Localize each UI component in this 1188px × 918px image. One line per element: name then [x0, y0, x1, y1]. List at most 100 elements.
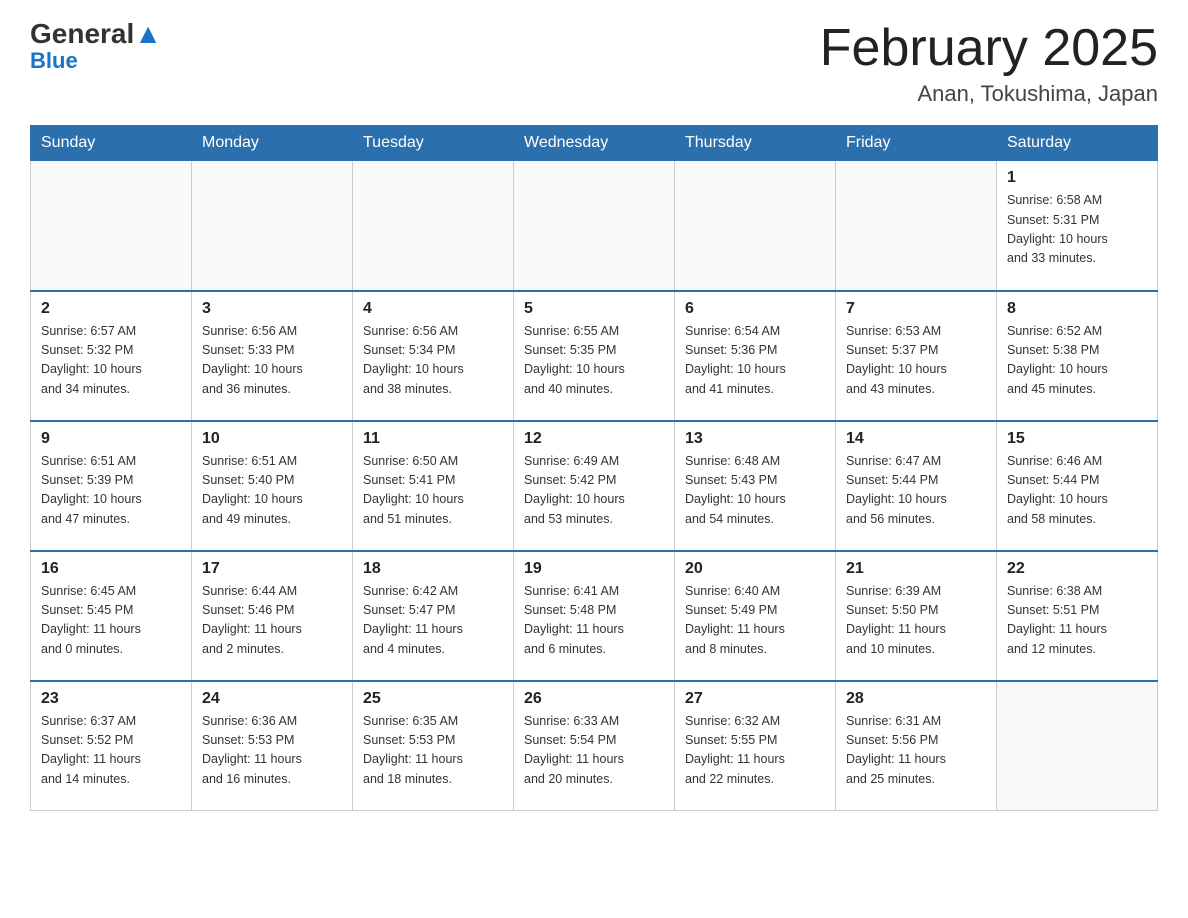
day-number: 6: [685, 300, 825, 318]
day-info: Sunrise: 6:41 AMSunset: 5:48 PMDaylight:…: [524, 582, 664, 660]
day-info: Sunrise: 6:37 AMSunset: 5:52 PMDaylight:…: [41, 712, 181, 790]
day-number: 22: [1007, 560, 1147, 578]
calendar-cell: 8 Sunrise: 6:52 AMSunset: 5:38 PMDaylight…: [997, 291, 1158, 421]
calendar-cell: 3 Sunrise: 6:56 AMSunset: 5:33 PMDaylight…: [192, 291, 353, 421]
day-info: Sunrise: 6:36 AMSunset: 5:53 PMDaylight:…: [202, 712, 342, 790]
calendar-cell: 28 Sunrise: 6:31 AMSunset: 5:56 PMDayligh…: [836, 681, 997, 811]
calendar-cell: 11Sunrise: 6:50 AMSunset: 5:41 PMDayligh…: [353, 421, 514, 551]
calendar-cell: 14 Sunrise: 6:47 AMSunset: 5:44 PMDayligh…: [836, 421, 997, 551]
logo-triangle-icon: ▲: [134, 18, 162, 49]
calendar-cell: 24 Sunrise: 6:36 AMSunset: 5:53 PMDayligh…: [192, 681, 353, 811]
day-number: 26: [524, 690, 664, 708]
week-row-3: 16 Sunrise: 6:45 AMSunset: 5:45 PMDayligh…: [31, 551, 1158, 681]
day-number: 28: [846, 690, 986, 708]
week-row-2: 9Sunrise: 6:51 AMSunset: 5:39 PMDaylight…: [31, 421, 1158, 551]
calendar-cell: 16 Sunrise: 6:45 AMSunset: 5:45 PMDayligh…: [31, 551, 192, 681]
day-number: 25: [363, 690, 503, 708]
calendar-cell: 22 Sunrise: 6:38 AMSunset: 5:51 PMDayligh…: [997, 551, 1158, 681]
header-tuesday: Tuesday: [353, 126, 514, 161]
day-info: Sunrise: 6:39 AMSunset: 5:50 PMDaylight:…: [846, 582, 986, 660]
day-number: 5: [524, 300, 664, 318]
logo-general-text: General▲: [30, 20, 162, 48]
day-number: 11: [363, 430, 503, 448]
day-info: Sunrise: 6:40 AMSunset: 5:49 PMDaylight:…: [685, 582, 825, 660]
calendar-cell: 4 Sunrise: 6:56 AMSunset: 5:34 PMDaylight…: [353, 291, 514, 421]
day-number: 12: [524, 430, 664, 448]
header-row: SundayMondayTuesdayWednesdayThursdayFrid…: [31, 126, 1158, 161]
day-info: Sunrise: 6:53 AMSunset: 5:37 PMDaylight:…: [846, 322, 986, 400]
calendar-cell: 26 Sunrise: 6:33 AMSunset: 5:54 PMDayligh…: [514, 681, 675, 811]
day-number: 27: [685, 690, 825, 708]
day-number: 24: [202, 690, 342, 708]
week-row-1: 2Sunrise: 6:57 AMSunset: 5:32 PMDaylight…: [31, 291, 1158, 421]
calendar-cell: 25 Sunrise: 6:35 AMSunset: 5:53 PMDayligh…: [353, 681, 514, 811]
day-info: Sunrise: 6:58 AMSunset: 5:31 PMDaylight:…: [1007, 191, 1147, 269]
calendar-cell: 18Sunrise: 6:42 AMSunset: 5:47 PMDayligh…: [353, 551, 514, 681]
calendar-cell: [353, 161, 514, 291]
day-info: Sunrise: 6:35 AMSunset: 5:53 PMDaylight:…: [363, 712, 503, 790]
day-info: Sunrise: 6:55 AMSunset: 5:35 PMDaylight:…: [524, 322, 664, 400]
calendar-cell: 7 Sunrise: 6:53 AMSunset: 5:37 PMDaylight…: [836, 291, 997, 421]
day-info: Sunrise: 6:56 AMSunset: 5:34 PMDaylight:…: [363, 322, 503, 400]
calendar-cell: 1 Sunrise: 6:58 AMSunset: 5:31 PMDaylight…: [997, 161, 1158, 291]
header-thursday: Thursday: [675, 126, 836, 161]
title-block: February 2025 Anan, Tokushima, Japan: [820, 20, 1158, 107]
logo: General▲ Blue: [30, 20, 162, 74]
calendar-cell: [997, 681, 1158, 811]
day-number: 7: [846, 300, 986, 318]
day-number: 8: [1007, 300, 1147, 318]
day-number: 3: [202, 300, 342, 318]
day-info: Sunrise: 6:51 AMSunset: 5:40 PMDaylight:…: [202, 452, 342, 530]
day-number: 20: [685, 560, 825, 578]
calendar-cell: 15Sunrise: 6:46 AMSunset: 5:44 PMDayligh…: [997, 421, 1158, 551]
calendar-cell: 23 Sunrise: 6:37 AMSunset: 5:52 PMDayligh…: [31, 681, 192, 811]
day-info: Sunrise: 6:49 AMSunset: 5:42 PMDaylight:…: [524, 452, 664, 530]
day-info: Sunrise: 6:54 AMSunset: 5:36 PMDaylight:…: [685, 322, 825, 400]
calendar-cell: 2Sunrise: 6:57 AMSunset: 5:32 PMDaylight…: [31, 291, 192, 421]
calendar-cell: 12 Sunrise: 6:49 AMSunset: 5:42 PMDayligh…: [514, 421, 675, 551]
day-info: Sunrise: 6:45 AMSunset: 5:45 PMDaylight:…: [41, 582, 181, 660]
page-header: General▲ Blue February 2025 Anan, Tokush…: [30, 20, 1158, 107]
day-info: Sunrise: 6:32 AMSunset: 5:55 PMDaylight:…: [685, 712, 825, 790]
header-sunday: Sunday: [31, 126, 192, 161]
day-info: Sunrise: 6:47 AMSunset: 5:44 PMDaylight:…: [846, 452, 986, 530]
calendar-cell: 13Sunrise: 6:48 AMSunset: 5:43 PMDayligh…: [675, 421, 836, 551]
day-info: Sunrise: 6:38 AMSunset: 5:51 PMDaylight:…: [1007, 582, 1147, 660]
day-info: Sunrise: 6:44 AMSunset: 5:46 PMDaylight:…: [202, 582, 342, 660]
day-number: 16: [41, 560, 181, 578]
day-number: 4: [363, 300, 503, 318]
calendar-cell: 9Sunrise: 6:51 AMSunset: 5:39 PMDaylight…: [31, 421, 192, 551]
day-number: 21: [846, 560, 986, 578]
header-friday: Friday: [836, 126, 997, 161]
calendar-cell: 10 Sunrise: 6:51 AMSunset: 5:40 PMDayligh…: [192, 421, 353, 551]
day-number: 23: [41, 690, 181, 708]
day-number: 1: [1007, 169, 1147, 187]
calendar-cell: 17 Sunrise: 6:44 AMSunset: 5:46 PMDayligh…: [192, 551, 353, 681]
calendar-cell: 20 Sunrise: 6:40 AMSunset: 5:49 PMDayligh…: [675, 551, 836, 681]
header-saturday: Saturday: [997, 126, 1158, 161]
calendar-cell: [836, 161, 997, 291]
header-monday: Monday: [192, 126, 353, 161]
calendar-cell: [514, 161, 675, 291]
day-info: Sunrise: 6:33 AMSunset: 5:54 PMDaylight:…: [524, 712, 664, 790]
calendar-cell: 21 Sunrise: 6:39 AMSunset: 5:50 PMDayligh…: [836, 551, 997, 681]
day-number: 19: [524, 560, 664, 578]
day-number: 18: [363, 560, 503, 578]
header-wednesday: Wednesday: [514, 126, 675, 161]
day-info: Sunrise: 6:48 AMSunset: 5:43 PMDaylight:…: [685, 452, 825, 530]
day-number: 10: [202, 430, 342, 448]
week-row-0: 1 Sunrise: 6:58 AMSunset: 5:31 PMDaylight…: [31, 161, 1158, 291]
day-info: Sunrise: 6:57 AMSunset: 5:32 PMDaylight:…: [41, 322, 181, 400]
logo-blue-text: Blue: [30, 48, 78, 74]
day-info: Sunrise: 6:31 AMSunset: 5:56 PMDaylight:…: [846, 712, 986, 790]
day-number: 17: [202, 560, 342, 578]
day-number: 9: [41, 430, 181, 448]
calendar-title: February 2025: [820, 20, 1158, 77]
calendar-cell: 27 Sunrise: 6:32 AMSunset: 5:55 PMDayligh…: [675, 681, 836, 811]
calendar-cell: 6 Sunrise: 6:54 AMSunset: 5:36 PMDaylight…: [675, 291, 836, 421]
day-info: Sunrise: 6:56 AMSunset: 5:33 PMDaylight:…: [202, 322, 342, 400]
day-number: 14: [846, 430, 986, 448]
calendar-table: SundayMondayTuesdayWednesdayThursdayFrid…: [30, 125, 1158, 811]
day-info: Sunrise: 6:52 AMSunset: 5:38 PMDaylight:…: [1007, 322, 1147, 400]
calendar-cell: 19 Sunrise: 6:41 AMSunset: 5:48 PMDayligh…: [514, 551, 675, 681]
